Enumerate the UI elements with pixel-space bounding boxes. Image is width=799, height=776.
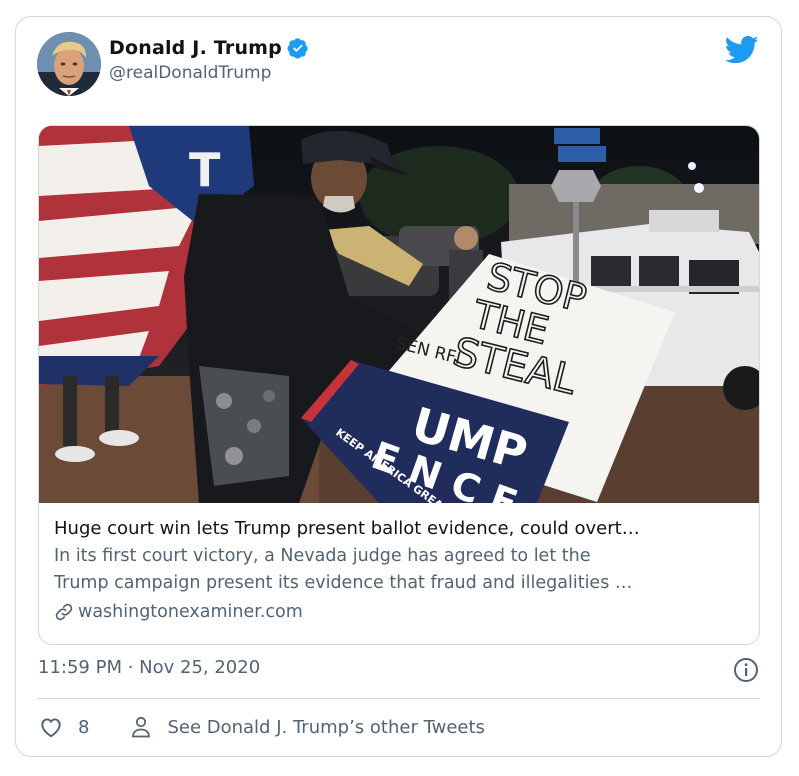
heart-icon [38, 714, 64, 740]
card-description: In its first court victory, a Nevada jud… [54, 543, 754, 597]
tweet-embed: Donald J. Trump @realDonaldTrump T STOP … [15, 16, 782, 757]
author-block[interactable]: Donald J. Trump @realDonaldTrump [109, 37, 309, 83]
info-icon[interactable] [733, 657, 759, 683]
card-description-line1: In its first court victory, a Nevada jud… [54, 546, 591, 566]
author-avatar[interactable] [37, 32, 101, 96]
divider [38, 698, 760, 699]
see-other-tweets-label[interactable]: See Donald J. Trump’s other Tweets [167, 717, 484, 738]
like-count: 8 [78, 716, 90, 738]
card-image[interactable]: T STOP THE STEAL SEN RFI UMP E N C E KEE… [39, 126, 760, 503]
link-preview-card[interactable]: T STOP THE STEAL SEN RFI UMP E N C E KEE… [38, 125, 760, 645]
person-icon [129, 714, 153, 740]
tweet-actions: 8 See Donald J. Trump’s other Tweets [38, 714, 485, 740]
card-domain-text[interactable]: washingtonexaminer.com [78, 602, 303, 622]
card-description-line2: Trump campaign present its evidence that… [54, 573, 633, 593]
author-handle[interactable]: @realDonaldTrump [109, 63, 309, 83]
verified-badge-icon [287, 37, 309, 59]
card-title[interactable]: Huge court win lets Trump present ballot… [54, 518, 754, 539]
avatar-portrait [37, 32, 101, 96]
twitter-bird-icon[interactable] [724, 35, 759, 65]
card-domain[interactable]: washingtonexaminer.com [54, 602, 754, 622]
svg-text:T: T [189, 143, 221, 197]
see-other-tweets-link[interactable]: See Donald J. Trump’s other Tweets [129, 714, 485, 740]
author-name[interactable]: Donald J. Trump [109, 37, 282, 59]
link-icon [54, 602, 74, 622]
tweet-timestamp[interactable]: 11:59 PM · Nov 25, 2020 [38, 657, 260, 678]
like-button[interactable]: 8 [38, 714, 89, 740]
